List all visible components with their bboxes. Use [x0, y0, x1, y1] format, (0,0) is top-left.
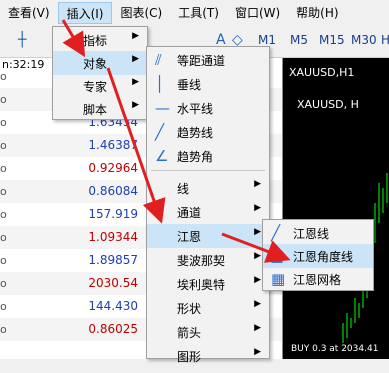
chart-window[interactable]: XAUUSD,H1 XAUUSD, H BUY 0.3 at 2034.41 — [282, 58, 389, 359]
menu-item-object-12[interactable]: 图形 ▶ — [147, 344, 269, 368]
submenu-arrow-icon: ▶ — [132, 100, 139, 110]
horizontal-line-icon: — — [155, 99, 170, 117]
chart-tab-title: XAUUSD,H1 — [289, 66, 355, 79]
timeframe-m1-button[interactable]: M1 — [258, 33, 276, 47]
bid-price: 1.89857 — [88, 253, 138, 267]
menu-bar: 查看(V) 插入(I) 图表(C) 工具(T) 窗口(W) 帮助(H) — [0, 0, 389, 26]
symbol-bullet-icon: o — [0, 70, 7, 83]
submenu-arrow-icon: ▶ — [254, 275, 261, 285]
trend-angle-icon: ∠ — [155, 147, 169, 165]
symbol-bullet-icon: o — [0, 323, 7, 336]
menu-item-indicators[interactable]: 指标 ▶ — [53, 28, 147, 52]
submenu-arrow-icon: ▶ — [254, 227, 261, 237]
menu-item-object-6[interactable]: 通道 ▶ — [147, 200, 269, 224]
menu-item-scripts[interactable]: 脚本 ▶ — [53, 97, 147, 121]
menu-item-object-9[interactable]: 埃利奥特 ▶ — [147, 272, 269, 296]
submenu-arrow-icon: ▶ — [254, 323, 261, 333]
symbol-bullet-icon: o — [0, 254, 7, 267]
menu-item-object-10[interactable]: 形状 ▶ — [147, 296, 269, 320]
symbol-bullet-icon: o — [0, 139, 7, 152]
menu-item-object-0[interactable]: ⫽ 等距通道 — [147, 48, 269, 72]
menu-item-object-3[interactable]: ╱ 趋势线 — [147, 120, 269, 144]
submenu-arrow-icon: ▶ — [132, 54, 139, 64]
menu-charts[interactable]: 图表(C) — [112, 2, 170, 24]
menu-insert[interactable]: 插入(I) — [57, 2, 113, 24]
menu-item-objects[interactable]: 对象 ▶ — [53, 51, 147, 75]
symbol-bullet-icon: o — [0, 300, 7, 313]
timeframe-m30-button[interactable]: M30 — [351, 33, 377, 47]
bid-price: 1.09344 — [88, 230, 138, 244]
gann-line-icon: ╱ — [271, 224, 281, 242]
submenu-arrow-icon: ▶ — [254, 203, 261, 213]
timeframe-m15-button[interactable]: M15 — [319, 33, 345, 47]
menu-view[interactable]: 查看(V) — [0, 2, 58, 24]
submenu-arrow-icon: ▶ — [254, 251, 261, 261]
trendline-icon: ╱ — [155, 123, 165, 141]
crosshair-icon[interactable]: ┼ — [18, 32, 26, 48]
symbol-bullet-icon: o — [0, 208, 7, 221]
menu-item-gann-line[interactable]: ╱ 江恩线 — [263, 221, 373, 245]
menu-tools[interactable]: 工具(T) — [170, 2, 227, 24]
gann-grid-icon: ▦ — [271, 270, 286, 288]
menu-separator — [151, 170, 265, 171]
bid-price: 0.92964 — [88, 161, 138, 175]
submenu-arrow-icon: ▶ — [132, 31, 139, 41]
timeframe-h1-button[interactable]: H — [381, 33, 389, 47]
menu-item-object-5[interactable]: 线 ▶ — [147, 176, 269, 200]
bid-price: 144.430 — [88, 299, 138, 313]
bid-price: 157.919 — [88, 207, 138, 221]
objects-submenu: ⫽ 等距通道 │ 垂线 — 水平线 ╱ 趋势线 ∠ 趋势角线 ▶ 通道 ▶ 江恩 ▶ 斐波那契 ▶ 埃利奥特 ▶ 形状… — [146, 46, 270, 364]
symbol-bullet-icon: o — [0, 277, 7, 290]
timeframe-m5-button[interactable]: M5 — [290, 33, 308, 47]
bid-price: 1.46387 — [88, 138, 138, 152]
menu-item-gann-grid[interactable]: ▦ 江恩网格 — [263, 267, 373, 291]
menu-window[interactable]: 窗口(W) — [227, 2, 288, 24]
menu-item-experts[interactable]: 专家 ▶ — [53, 74, 147, 98]
menu-item-object-1[interactable]: │ 垂线 — [147, 72, 269, 96]
symbol-bullet-icon: o — [0, 93, 7, 106]
gann-fan-icon: ◢ — [271, 247, 283, 265]
bid-price: 0.86025 — [88, 322, 138, 336]
gann-submenu: ╱ 江恩线 ◢ 江恩角度线 ▦ 江恩网格 — [262, 219, 374, 291]
symbol-bullet-icon: o — [0, 231, 7, 244]
menu-item-object-7[interactable]: 江恩 ▶ — [147, 224, 269, 248]
submenu-arrow-icon: ▶ — [254, 347, 261, 357]
chart-inner-title: XAUUSD, H — [297, 98, 359, 111]
bid-price: 2030.54 — [88, 276, 138, 290]
symbol-bullet-icon: o — [0, 116, 7, 129]
bid-price: 0.86084 — [88, 184, 138, 198]
symbol-bullet-icon: o — [0, 185, 7, 198]
menu-item-object-8[interactable]: 斐波那契 ▶ — [147, 248, 269, 272]
submenu-arrow-icon: ▶ — [132, 77, 139, 87]
menu-help[interactable]: 帮助(H) — [288, 2, 346, 24]
trade-status: BUY 0.3 at 2034.41 — [291, 344, 379, 354]
menu-item-gann-fan[interactable]: ◢ 江恩角度线 — [263, 244, 373, 268]
menu-item-object-11[interactable]: 箭头 ▶ — [147, 320, 269, 344]
menu-item-object-4[interactable]: ∠ 趋势角 — [147, 144, 269, 168]
vertical-line-icon: │ — [155, 75, 165, 93]
submenu-arrow-icon: ▶ — [254, 299, 261, 309]
insert-menu: 指标 ▶ 对象 ▶ 专家 ▶ 脚本 ▶ — [52, 26, 148, 120]
submenu-arrow-icon: ▶ — [254, 179, 261, 189]
symbol-bullet-icon: o — [0, 162, 7, 175]
equidistant-channel-icon: ⫽ — [155, 51, 162, 69]
menu-item-object-2[interactable]: — 水平线 — [147, 96, 269, 120]
